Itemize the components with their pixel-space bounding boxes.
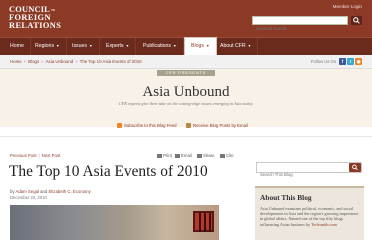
author-link-1[interactable]: Adam Segal (16, 189, 39, 194)
blog-search-input[interactable] (257, 170, 361, 179)
author-link-2[interactable]: Elizabeth C. Economy (49, 189, 91, 194)
nav-blogs[interactable]: Blogs ▼ (184, 37, 217, 56)
blog-title[interactable]: Asia Unbound (0, 84, 372, 101)
byline-prefix: by (10, 189, 15, 194)
nav-regions-label: Regions (35, 43, 55, 49)
next-post-link[interactable]: Next Post (42, 153, 61, 158)
previous-post-link[interactable]: Previous Post (10, 153, 37, 158)
about-this-blog-text: Asia Unbound examines political, economi… (260, 206, 360, 227)
print-label: Print (163, 153, 172, 158)
blog-search-button[interactable] (349, 163, 361, 172)
breadcrumb-separator: » (75, 59, 78, 64)
nav-home[interactable]: Home (4, 38, 31, 55)
print-icon (157, 153, 162, 158)
facebook-icon[interactable]: f (339, 58, 346, 65)
byline: by Adam Segal and Elizabeth C. Economy (10, 189, 91, 194)
byline-and: and (40, 189, 48, 194)
rss-icon[interactable]: ◉ (355, 58, 362, 65)
receive-email-link[interactable]: Receive Blog Posts by Email (186, 123, 248, 128)
nav-issues[interactable]: Issues ▼ (66, 38, 100, 55)
logo-line-3: RELATIONS (9, 21, 62, 30)
chevron-down-icon: ▼ (89, 44, 93, 48)
rss-icon (117, 123, 122, 128)
chevron-down-icon: ▼ (56, 44, 60, 48)
breadcrumb: Home» Blogs» Asia Unbound» The Top 10 Asia … (10, 59, 142, 64)
breadcrumb-home[interactable]: Home (10, 59, 22, 64)
twitter-icon[interactable]: t (347, 58, 354, 65)
print-tool[interactable]: Print (157, 153, 172, 158)
subscribe-feed-link[interactable]: Subscribe to this Blog Feed (117, 123, 177, 128)
post-photo (10, 205, 219, 240)
chevron-down-icon: ▼ (125, 44, 130, 48)
cite-label: Cite (226, 153, 234, 158)
subscribe-feed-label: Subscribe to this Blog Feed (124, 123, 177, 128)
blog-tagline: CFR experts give their take on the cutti… (118, 101, 254, 106)
content-divider (0, 136, 372, 137)
nav-publications-label: Publications (143, 43, 171, 49)
nav-regions[interactable]: Regions ▼ (29, 38, 67, 55)
search-button[interactable] (351, 16, 362, 25)
about-this-blog-box: About This Blog Asia Unbound examines po… (255, 186, 364, 240)
main-nav: Home Regions ▼ Issues ▼ Experts ▼ Publicati… (0, 37, 372, 56)
breadcrumb-bar: Home» Blogs» Asia Unbound» The Top 10 Asia … (0, 55, 372, 69)
cfr-logo[interactable]: COUNCILon FOREIGN RELATIONS (9, 5, 62, 30)
follow-us-label: Follow Us On (311, 59, 337, 64)
chevron-down-icon: ▼ (247, 44, 252, 48)
chevron-down-icon: ▼ (172, 44, 177, 48)
logo-line-1-small: on (50, 7, 56, 12)
share-label: Share (203, 153, 215, 158)
email-icon (175, 153, 180, 158)
share-tool[interactable]: Share (197, 153, 214, 158)
nav-experts-label: Experts (106, 43, 124, 49)
post-navigation: Previous Post | Next Post (10, 153, 60, 158)
breadcrumb-separator: » (23, 59, 27, 64)
nav-about-cfr-label: About CFR (220, 43, 246, 49)
email-label: Email (181, 153, 192, 158)
breadcrumb-separator: » (41, 59, 44, 64)
breadcrumb-asia-unbound[interactable]: Asia Unbound (46, 59, 74, 64)
email-tool[interactable]: Email (175, 153, 192, 158)
receive-email-label: Receive Blog Posts by Email (193, 123, 248, 128)
cfr-presents-tag: CFR PRESENTS (157, 70, 215, 76)
chevron-down-icon: ▼ (205, 44, 210, 48)
nav-blogs-label: Blogs (191, 43, 204, 49)
search-icon (353, 17, 360, 24)
post-date: December 23, 2010 (10, 195, 47, 200)
nav-experts[interactable]: Experts ▼ (100, 38, 137, 55)
blog-search-box[interactable] (256, 162, 362, 179)
nav-home-label: Home (10, 43, 24, 49)
breadcrumb-blogs[interactable]: Blogs (28, 59, 39, 64)
post-nav-separator: | (38, 153, 40, 158)
nav-issues-label: Issues (72, 43, 87, 49)
keyword-search-input[interactable] (253, 25, 347, 32)
search-icon (352, 164, 358, 171)
nav-about-cfr[interactable]: About CFR ▼ (214, 38, 259, 55)
cite-tool[interactable]: Cite (220, 153, 234, 158)
nav-publications[interactable]: Publications ▼ (137, 38, 184, 55)
breadcrumb-current: The Top 10 Asia Events of 2010 (79, 59, 142, 64)
email-icon (186, 123, 191, 128)
about-source-link[interactable]: Techsmith.com (311, 222, 337, 227)
member-login-link[interactable]: Member Login (333, 4, 362, 9)
about-this-blog-title: About This Blog (260, 193, 312, 202)
keyword-search-box[interactable] (252, 16, 348, 32)
share-icon (197, 153, 202, 158)
photo-red-lattice (193, 211, 214, 232)
about-description: Asia Unbound examines political, economi… (260, 206, 359, 227)
post-title: The Top 10 Asia Events of 2010 (9, 163, 208, 180)
cite-icon (220, 153, 225, 158)
